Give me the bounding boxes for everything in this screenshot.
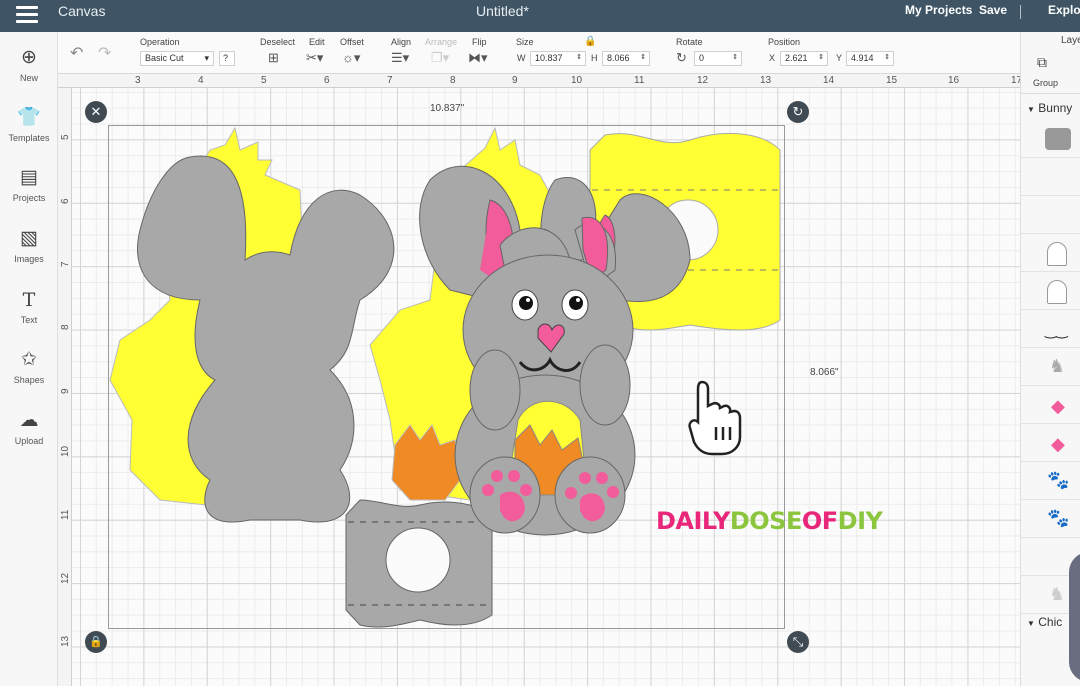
layer-group-chick[interactable]: ▼ Chic <box>1027 615 1062 629</box>
lock-handle-icon[interactable]: 🔒 <box>85 631 107 653</box>
layer-row[interactable] <box>1021 160 1080 196</box>
delete-handle-icon[interactable]: ✕ <box>85 101 107 123</box>
paw-layer-icon: 🐾 <box>1047 470 1070 490</box>
ear-layer-icon: ◆ <box>1051 396 1065 416</box>
webcam-overlay <box>1069 552 1080 682</box>
layer-row[interactable] <box>1021 274 1080 310</box>
layer-row[interactable] <box>1021 198 1080 234</box>
layer-group-label: Chic <box>1038 615 1063 629</box>
watermark-part: DIY <box>837 507 883 535</box>
smile-layer-icon: ‿‿ <box>1045 322 1068 338</box>
selection-box[interactable] <box>108 125 785 629</box>
bunny-layer-icon: ♞ <box>1049 356 1066 376</box>
layers-panel: Layers ⧉ Group ▼ Bunny ‿‿ ♞ ◆ ◆ 🐾 🐾 ♞ ▼ … <box>1020 32 1080 686</box>
layer-thumbnail <box>1045 128 1071 150</box>
watermark-logo: DAILYDOSEOFDIY <box>656 507 883 535</box>
layer-row[interactable] <box>1021 122 1080 158</box>
resize-handle-icon[interactable]: ⤡ <box>787 631 809 653</box>
watermark-part: DOSE <box>729 507 803 535</box>
height-dimension: 8.066" <box>810 367 839 378</box>
group-icon: ⧉ <box>1037 54 1047 70</box>
layer-thumbnail <box>1047 242 1067 266</box>
layer-row[interactable]: 🐾 <box>1021 464 1080 500</box>
chevron-down-icon: ▼ <box>1027 619 1035 628</box>
group-button[interactable]: ⧉ Group <box>1021 50 1080 94</box>
layer-row[interactable]: ♞ <box>1021 350 1080 386</box>
layer-row[interactable] <box>1021 236 1080 272</box>
layer-row[interactable]: ◆ <box>1021 388 1080 424</box>
bunny-layer-icon: ♞ <box>1049 584 1066 604</box>
rotate-handle-icon[interactable]: ↻ <box>787 101 809 123</box>
ear-layer-icon: ◆ <box>1051 434 1065 454</box>
watermark-part: OF <box>801 507 838 535</box>
watermark-part: DAILY <box>656 507 730 535</box>
chevron-down-icon: ▼ <box>1027 105 1035 114</box>
layer-group-bunny[interactable]: ▼ Bunny <box>1027 101 1072 115</box>
layer-group-label: Bunny <box>1038 101 1073 115</box>
layer-row[interactable]: 🐾 <box>1021 502 1080 538</box>
layers-header: Layers <box>1061 35 1080 46</box>
width-dimension: 10.837" <box>430 103 465 114</box>
paw-layer-icon: 🐾 <box>1047 508 1070 528</box>
layer-thumbnail <box>1047 280 1067 304</box>
group-label: Group <box>1033 78 1059 88</box>
layer-row[interactable]: ‿‿ <box>1021 312 1080 348</box>
layer-row[interactable]: ◆ <box>1021 426 1080 462</box>
